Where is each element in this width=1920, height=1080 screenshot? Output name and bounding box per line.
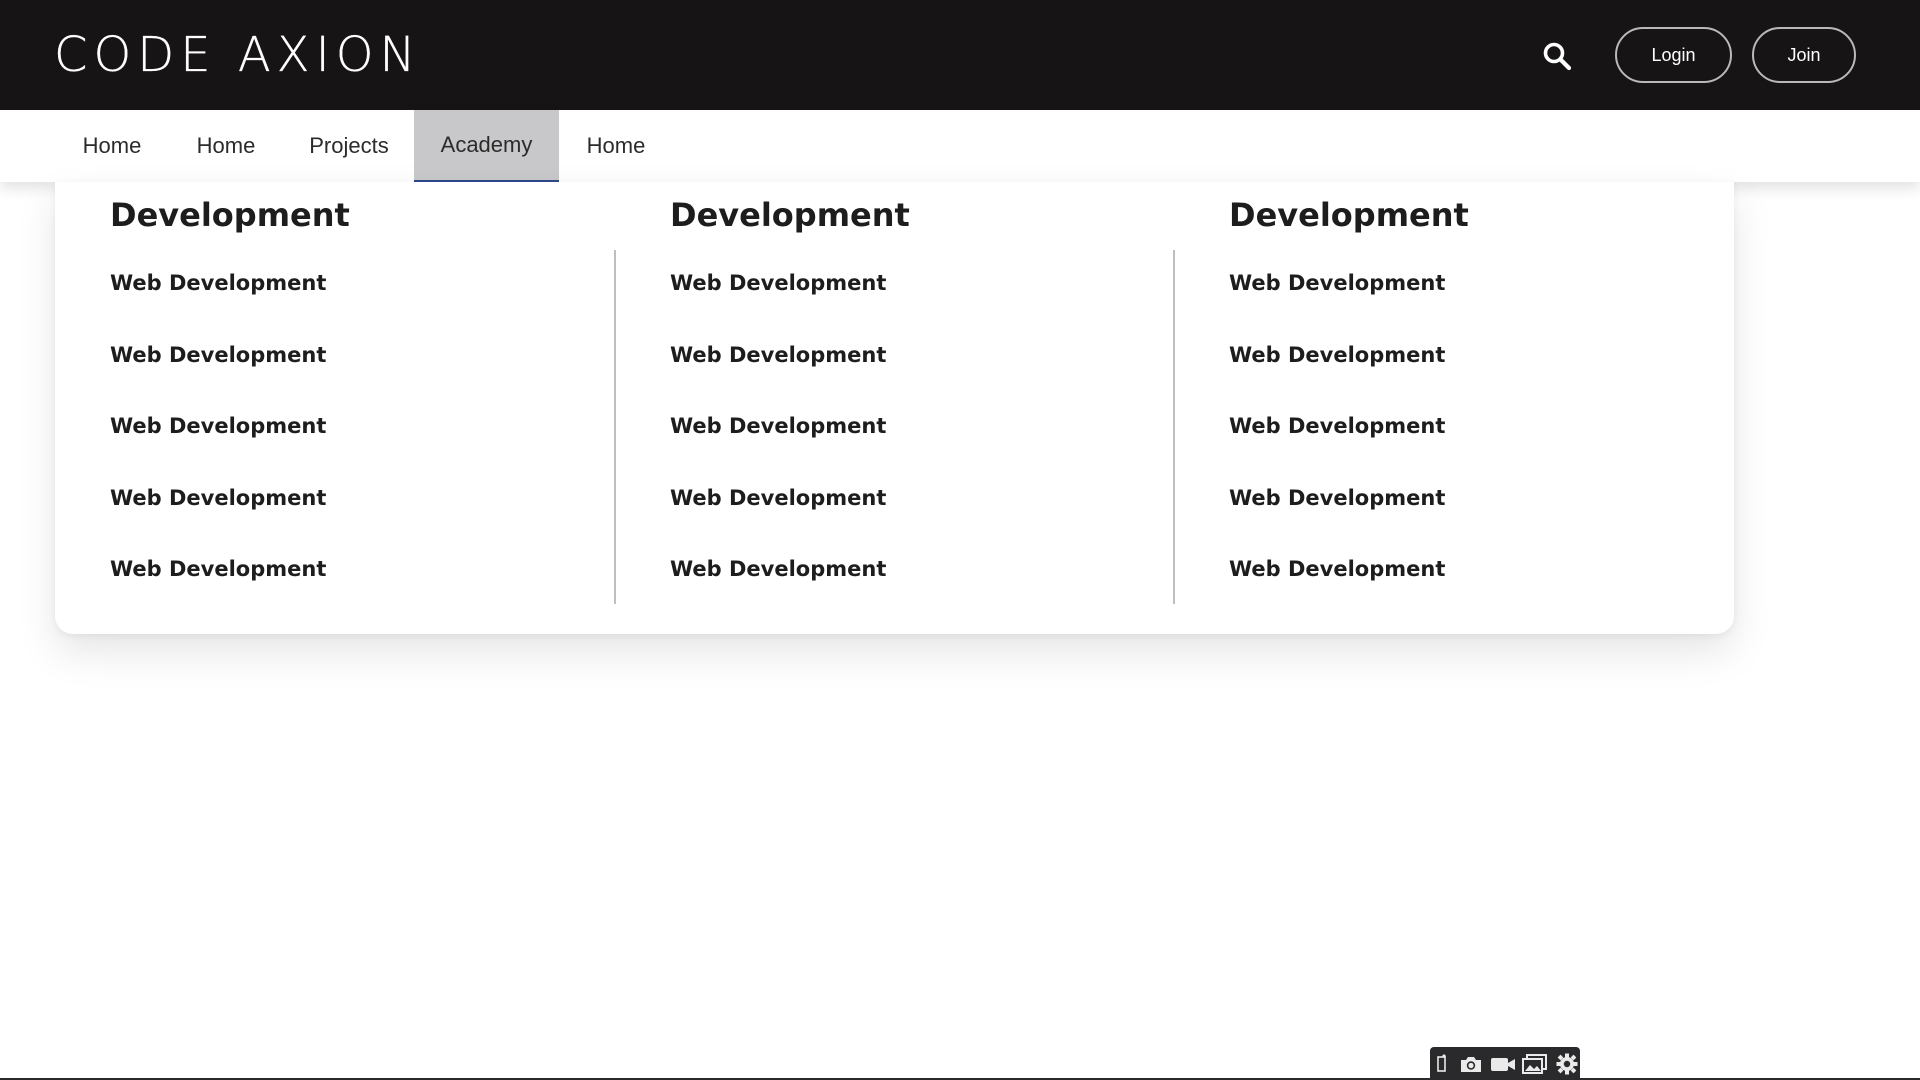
mega-menu: Development Web Development Web Developm…	[55, 182, 1734, 634]
menu-link[interactable]: Web Development	[670, 557, 886, 581]
menu-link[interactable]: Web Development	[110, 343, 326, 367]
camera-icon[interactable]	[1458, 1051, 1484, 1077]
menu-link[interactable]: Web Development	[110, 486, 326, 510]
pin-icon[interactable]	[1434, 1051, 1452, 1077]
column-divider	[1173, 250, 1175, 604]
nav-item-home[interactable]: Home	[60, 110, 164, 182]
nav-item-home-2[interactable]: Home	[174, 110, 278, 182]
column-title: Development	[110, 196, 350, 234]
nav-item-projects[interactable]: Projects	[290, 110, 408, 182]
menu-link[interactable]: Web Development	[1229, 343, 1445, 367]
menu-link[interactable]: Web Development	[1229, 271, 1445, 295]
join-button[interactable]: Join	[1752, 27, 1856, 83]
column-title: Development	[670, 196, 910, 234]
column-divider	[614, 250, 616, 604]
logo[interactable]: CODE AXION	[54, 26, 421, 84]
gear-icon[interactable]	[1554, 1051, 1580, 1077]
menu-link[interactable]: Web Development	[110, 271, 326, 295]
menu-link[interactable]: Web Development	[670, 271, 886, 295]
menu-link[interactable]: Web Development	[1229, 414, 1445, 438]
search-icon[interactable]	[1542, 41, 1572, 71]
menu-link[interactable]: Web Development	[1229, 557, 1445, 581]
main-nav: Home Home Projects Academy Home	[0, 110, 1920, 182]
login-button[interactable]: Login	[1615, 27, 1732, 83]
menu-link[interactable]: Web Development	[110, 557, 326, 581]
menu-link[interactable]: Web Development	[1229, 486, 1445, 510]
nav-item-home-3[interactable]: Home	[564, 110, 668, 182]
menu-link[interactable]: Web Development	[670, 486, 886, 510]
capture-toolbar	[1430, 1047, 1580, 1080]
gallery-icon[interactable]	[1522, 1051, 1548, 1077]
menu-link[interactable]: Web Development	[110, 414, 326, 438]
top-header: CODE AXION Login Join	[0, 0, 1920, 110]
menu-link[interactable]: Web Development	[670, 414, 886, 438]
menu-link[interactable]: Web Development	[670, 343, 886, 367]
column-title: Development	[1229, 196, 1469, 234]
video-icon[interactable]	[1490, 1051, 1516, 1077]
nav-item-academy[interactable]: Academy	[414, 110, 559, 182]
